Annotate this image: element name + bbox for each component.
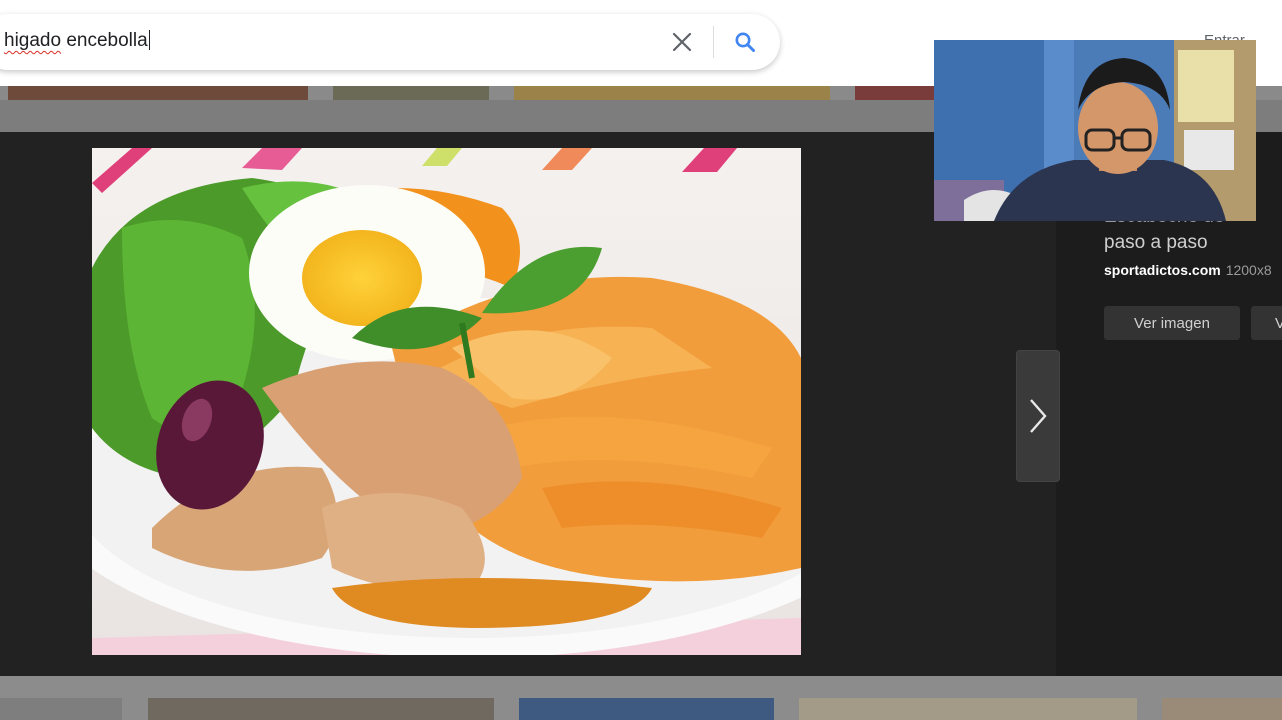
search-button[interactable] <box>730 27 760 57</box>
result-thumbnail[interactable] <box>333 86 489 100</box>
image-source[interactable]: sportadictos.com 1200x8 <box>1104 262 1272 278</box>
clear-search-button[interactable] <box>668 28 696 56</box>
image-dimensions: 1200x8 <box>1225 262 1272 278</box>
related-thumbnail[interactable] <box>799 698 1137 720</box>
visit-button[interactable]: V <box>1251 306 1282 340</box>
webcam-overlay <box>934 40 1256 221</box>
result-thumbnail[interactable] <box>8 86 308 100</box>
related-thumbnail[interactable] <box>148 698 494 720</box>
search-query-misspelled: higado <box>4 30 62 51</box>
image-title-line2: paso a paso <box>1104 232 1208 253</box>
search-box[interactable]: higado encebolla <box>0 14 780 70</box>
related-thumbnail[interactable] <box>0 698 122 720</box>
text-caret <box>148 30 150 50</box>
related-images-strip <box>0 676 1282 720</box>
close-icon <box>672 32 692 52</box>
result-thumbnail[interactable] <box>855 86 935 100</box>
search-query-rest: encebolla <box>61 30 148 51</box>
source-domain: sportadictos.com <box>1104 262 1221 278</box>
search-divider <box>713 26 714 58</box>
view-image-button[interactable]: Ver imagen <box>1104 306 1240 340</box>
search-input[interactable]: higado encebolla <box>4 30 150 52</box>
next-image-button[interactable] <box>1016 350 1060 482</box>
webcam-feed <box>934 40 1256 221</box>
chevron-right-icon <box>1030 399 1047 433</box>
related-thumbnail[interactable] <box>1162 698 1282 720</box>
search-icon <box>735 32 755 52</box>
food-photo <box>92 148 801 655</box>
preview-image[interactable] <box>92 148 801 655</box>
result-thumbnail[interactable] <box>514 86 830 100</box>
related-thumbnail[interactable] <box>519 698 774 720</box>
